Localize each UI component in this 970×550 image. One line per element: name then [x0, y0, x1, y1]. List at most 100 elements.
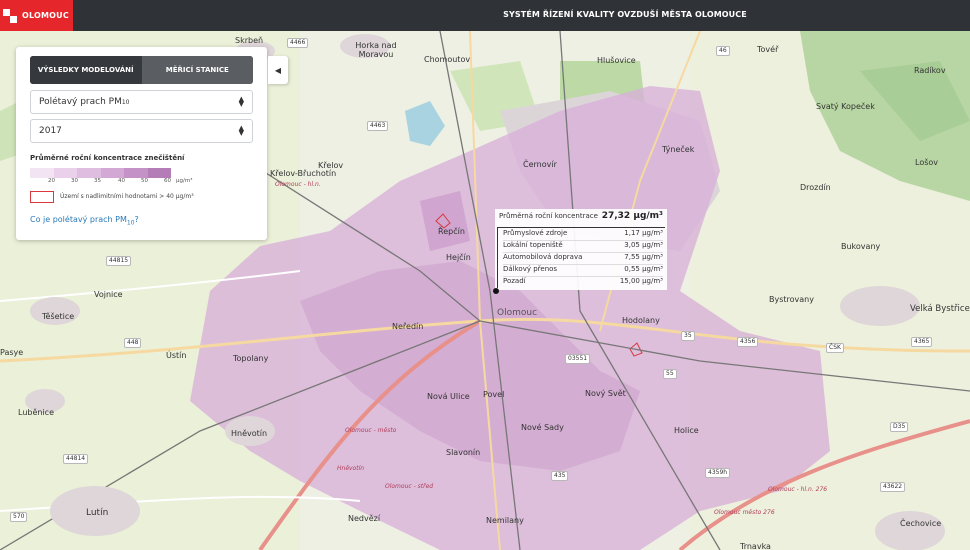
road-shield: 4466	[287, 38, 309, 48]
tooltip-row: Automobilová doprava 7,55 µg/m³	[503, 253, 663, 265]
tooltip-row: Pozadí 15,00 µg/m³	[503, 277, 663, 289]
map-label-svaty-kopecek: Svatý Kopeček	[816, 102, 875, 111]
map-label-nove-sady: Nové Sady	[521, 423, 564, 432]
tooltip-row-label: Lokální topeniště	[503, 241, 563, 249]
legend-tick: 30	[71, 178, 78, 184]
tooltip-row: Průmyslové zdroje 1,17 µg/m³	[503, 229, 663, 241]
info-link-end: ?	[134, 215, 139, 224]
tooltip-row: Lokální topeniště 3,05 µg/m³	[503, 241, 663, 253]
select-arrows-icon: ▲ ▼	[238, 95, 244, 108]
map-label-nemilany: Nemilany	[486, 516, 524, 525]
tab-measuring-stations[interactable]: MĚŘICÍ STANICE	[141, 56, 253, 84]
collapse-panel-button[interactable]: ◀	[268, 56, 288, 84]
tooltip-row-label: Průmyslové zdroje	[503, 229, 568, 237]
rail-station-label: Olomouc - hl.n. 276	[768, 486, 828, 493]
road-shield: 435	[551, 471, 569, 481]
map-label-repcin: Řepčín	[438, 227, 465, 236]
year-select-value: 2017	[39, 126, 62, 136]
road-shield: 55	[663, 369, 677, 379]
tooltip-row-label: Automobilová doprava	[503, 253, 583, 261]
legend-swatch	[53, 168, 77, 178]
map-label-olomouc: Olomouc	[497, 308, 538, 318]
map-label-holice: Holice	[674, 426, 699, 435]
pollutant-select[interactable]: Polétavý prach PM 10 ▲ ▼	[30, 90, 253, 114]
map-label-vojnice: Vojnice	[94, 290, 123, 299]
legend-swatch	[124, 168, 148, 178]
map-label-krelov-bruchotin: Křelov-Břuchotín	[270, 169, 337, 178]
map-label-tesetice: Těšetice	[42, 312, 75, 321]
road-shield: 448	[124, 338, 142, 348]
legend-swatch	[100, 168, 124, 178]
map-label-tover: Tovéř	[757, 45, 779, 54]
road-shield: 4359h	[705, 468, 731, 478]
chevron-left-icon: ◀	[274, 65, 282, 75]
info-link-text: Co je polétavý prach PM	[30, 215, 127, 224]
map-label-drozdin: Drozdín	[800, 183, 831, 192]
map-label-velka-bystrice: Velká Bystřice	[910, 304, 970, 314]
map-label-tynecek: Týneček	[662, 145, 695, 154]
legend-exceed-swatch	[30, 191, 54, 203]
map-label-hejcin: Hejčín	[446, 253, 471, 262]
rail-station-label: Olomouc město 276	[714, 509, 775, 516]
tooltip-row-label: Pozadí	[503, 277, 526, 285]
map-label-nedvezi: Nedvězí	[348, 514, 381, 523]
map-label-skrben: Skrbeň	[235, 36, 264, 45]
legend-tick: 35	[94, 178, 101, 184]
tooltip-row-value: 3,05 µg/m³	[624, 241, 663, 249]
tooltip-header: Průměrná roční koncentrace 27,32 µg/m³	[499, 211, 663, 226]
legend-title: Průměrné roční koncentrace znečištění	[30, 154, 185, 162]
road-shield: 4365	[911, 337, 933, 347]
map-label-bukovany: Bukovany	[841, 242, 881, 251]
map-label-hnevotin: Hněvotín	[231, 429, 268, 438]
map-label-pasye: Pasye	[0, 348, 24, 357]
map-label-topolany: Topolany	[233, 354, 269, 363]
legend-swatch	[77, 168, 101, 178]
tooltip-row-value: 1,17 µg/m³	[624, 229, 663, 237]
legend-swatch	[147, 168, 171, 178]
map-label-horka: Horka nad Moravou	[355, 41, 397, 59]
tooltip-total-value: 27,32 µg/m³	[601, 211, 663, 221]
road-shield: 4356	[737, 337, 759, 347]
map-label-trnavka: Trnavka	[740, 542, 771, 550]
legend-tick: 50	[141, 178, 148, 184]
map-label-neredin: Neředín	[392, 322, 424, 331]
legend-ticks: 20 30 35 40 50 60 µg/m³	[30, 178, 200, 188]
tooltip-row-value: 15,00 µg/m³	[619, 277, 663, 285]
year-select[interactable]: 2017 ▲ ▼	[30, 119, 253, 143]
panel-tabs: VÝSLEDKY MODELOVÁNÍ MĚŘICÍ STANICE	[30, 56, 253, 84]
rail-station-label: Olomouc - střed	[385, 483, 434, 490]
map-label-nova-ulice: Nová Ulice	[427, 392, 470, 401]
tooltip-breakdown: Průmyslové zdroje 1,17 µg/m³ Lokální top…	[497, 227, 665, 288]
rail-station-label: Olomouc - město	[345, 427, 397, 434]
map-label-losov: Lošov	[915, 158, 939, 167]
legend-tick: 60	[164, 178, 171, 184]
road-shield: 35	[681, 331, 695, 341]
control-panel: VÝSLEDKY MODELOVÁNÍ MĚŘICÍ STANICE Polét…	[16, 47, 267, 240]
tab-modeling-results[interactable]: VÝSLEDKY MODELOVÁNÍ	[30, 56, 142, 84]
tooltip-row: Dálkový přenos 0,55 µg/m³	[503, 265, 663, 277]
app-title: SYSTÉM ŘÍZENÍ KVALITY OVZDUŠÍ MĚSTA OLOM…	[503, 10, 747, 19]
legend-swatch	[30, 168, 54, 178]
road-shield: D35	[890, 422, 909, 432]
map-label-lutin: Lutín	[86, 508, 109, 518]
rail-station-label: Olomouc - hl.n.	[275, 181, 321, 188]
legend-unit: µg/m³	[176, 178, 193, 184]
legend-tick: 20	[48, 178, 55, 184]
map-label-cechovice: Čechovice	[900, 519, 942, 528]
map-label-bystrovany: Bystrovany	[769, 295, 814, 304]
tooltip-row-value: 0,55 µg/m³	[624, 265, 663, 273]
road-shield: 44814	[63, 454, 89, 464]
map-label-slavonin: Slavonín	[446, 448, 481, 457]
rail-station-label: Hněvotín	[337, 465, 365, 472]
pm10-info-link[interactable]: Co je polétavý prach PM10?	[30, 215, 139, 227]
map-label-chomoutov: Chomoutov	[424, 55, 471, 64]
map-label-cernovir: Černovír	[523, 160, 557, 169]
map-label-hodolany: Hodolany	[622, 316, 660, 325]
road-shield: 44815	[106, 256, 132, 266]
tooltip-row-value: 7,55 µg/m³	[624, 253, 663, 261]
pollutant-select-sub: 10	[121, 98, 130, 106]
location-pin-icon[interactable]	[493, 288, 499, 294]
map-label-povel: Povel	[483, 390, 505, 399]
road-shield: 4463	[367, 121, 389, 131]
concentration-tooltip: Průměrná roční koncentrace 27,32 µg/m³ P…	[495, 209, 667, 290]
